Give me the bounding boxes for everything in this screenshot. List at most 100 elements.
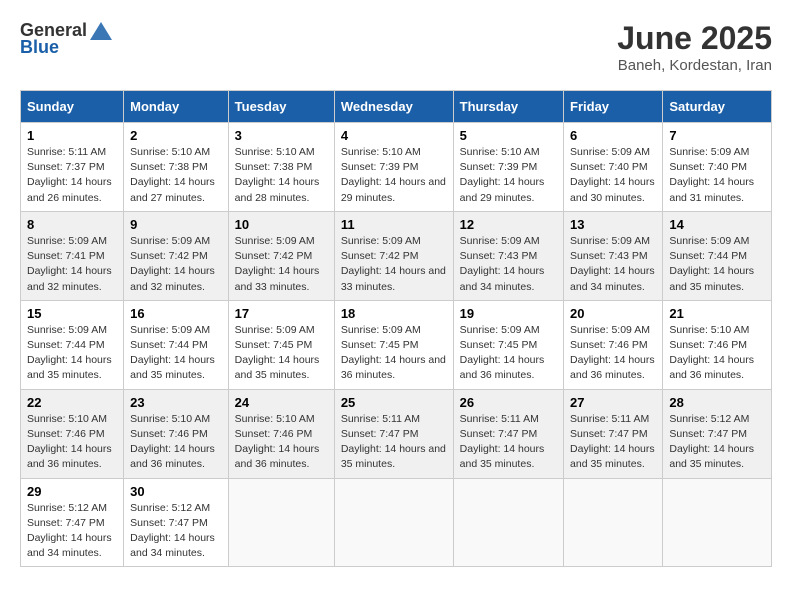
calendar-cell: 22 Sunrise: 5:10 AMSunset: 7:46 PMDayligh…: [21, 389, 124, 478]
day-info: Sunrise: 5:09 AMSunset: 7:45 PMDaylight:…: [460, 324, 545, 382]
calendar-cell: 4 Sunrise: 5:10 AMSunset: 7:39 PMDaylight…: [334, 123, 453, 212]
weekday-header: Monday: [124, 91, 229, 123]
weekday-header: Wednesday: [334, 91, 453, 123]
day-number: 19: [460, 306, 557, 321]
day-info: Sunrise: 5:09 AMSunset: 7:44 PMDaylight:…: [130, 324, 215, 382]
day-info: Sunrise: 5:12 AMSunset: 7:47 PMDaylight:…: [130, 502, 215, 560]
day-number: 17: [235, 306, 328, 321]
day-info: Sunrise: 5:10 AMSunset: 7:38 PMDaylight:…: [130, 146, 215, 204]
calendar-cell: 9 Sunrise: 5:09 AMSunset: 7:42 PMDaylight…: [124, 211, 229, 300]
day-number: 26: [460, 395, 557, 410]
day-info: Sunrise: 5:11 AMSunset: 7:47 PMDaylight:…: [460, 413, 545, 471]
day-number: 16: [130, 306, 222, 321]
day-info: Sunrise: 5:09 AMSunset: 7:43 PMDaylight:…: [460, 235, 545, 293]
calendar-cell: 28Sunrise: 5:12 AMSunset: 7:47 PMDayligh…: [663, 389, 772, 478]
day-info: Sunrise: 5:10 AMSunset: 7:38 PMDaylight:…: [235, 146, 320, 204]
day-number: 23: [130, 395, 222, 410]
calendar-table: SundayMondayTuesdayWednesdayThursdayFrid…: [20, 90, 772, 567]
day-number: 27: [570, 395, 656, 410]
calendar-week-row: 1Sunrise: 5:11 AMSunset: 7:37 PMDaylight…: [21, 123, 772, 212]
day-info: Sunrise: 5:09 AMSunset: 7:45 PMDaylight:…: [341, 324, 446, 382]
calendar-cell: 6 Sunrise: 5:09 AMSunset: 7:40 PMDaylight…: [564, 123, 663, 212]
day-info: Sunrise: 5:10 AMSunset: 7:39 PMDaylight:…: [460, 146, 545, 204]
calendar-cell: 15 Sunrise: 5:09 AMSunset: 7:44 PMDayligh…: [21, 300, 124, 389]
page-header: General Blue June 2025 Baneh, Kordestan,…: [20, 20, 772, 74]
day-info: Sunrise: 5:12 AMSunset: 7:47 PMDaylight:…: [669, 413, 754, 471]
logo-icon: [90, 22, 112, 40]
calendar-cell: 16 Sunrise: 5:09 AMSunset: 7:44 PMDayligh…: [124, 300, 229, 389]
day-number: 5: [460, 128, 557, 143]
calendar-week-row: 15 Sunrise: 5:09 AMSunset: 7:44 PMDayligh…: [21, 300, 772, 389]
day-number: 10: [235, 217, 328, 232]
day-number: 4: [341, 128, 447, 143]
day-number: 12: [460, 217, 557, 232]
day-info: Sunrise: 5:09 AMSunset: 7:46 PMDaylight:…: [570, 324, 655, 382]
day-info: Sunrise: 5:10 AMSunset: 7:39 PMDaylight:…: [341, 146, 446, 204]
day-info: Sunrise: 5:09 AMSunset: 7:42 PMDaylight:…: [235, 235, 320, 293]
calendar-cell: 26 Sunrise: 5:11 AMSunset: 7:47 PMDayligh…: [453, 389, 563, 478]
day-info: Sunrise: 5:09 AMSunset: 7:43 PMDaylight:…: [570, 235, 655, 293]
calendar-cell: 23Sunrise: 5:10 AMSunset: 7:46 PMDayligh…: [124, 389, 229, 478]
logo: General Blue: [20, 20, 112, 58]
calendar-week-row: 22 Sunrise: 5:10 AMSunset: 7:46 PMDayligh…: [21, 389, 772, 478]
day-info: Sunrise: 5:11 AMSunset: 7:47 PMDaylight:…: [570, 413, 655, 471]
calendar-cell: [663, 478, 772, 567]
calendar-cell: 14Sunrise: 5:09 AMSunset: 7:44 PMDayligh…: [663, 211, 772, 300]
calendar-cell: 20Sunrise: 5:09 AMSunset: 7:46 PMDayligh…: [564, 300, 663, 389]
calendar-week-row: 8Sunrise: 5:09 AMSunset: 7:41 PMDaylight…: [21, 211, 772, 300]
calendar-cell: 30 Sunrise: 5:12 AMSunset: 7:47 PMDayligh…: [124, 478, 229, 567]
day-info: Sunrise: 5:12 AMSunset: 7:47 PMDaylight:…: [27, 502, 112, 560]
day-info: Sunrise: 5:09 AMSunset: 7:45 PMDaylight:…: [235, 324, 320, 382]
day-number: 7: [669, 128, 765, 143]
calendar-cell: [564, 478, 663, 567]
day-info: Sunrise: 5:10 AMSunset: 7:46 PMDaylight:…: [235, 413, 320, 471]
day-info: Sunrise: 5:09 AMSunset: 7:40 PMDaylight:…: [669, 146, 754, 204]
day-number: 25: [341, 395, 447, 410]
calendar-cell: 27 Sunrise: 5:11 AMSunset: 7:47 PMDayligh…: [564, 389, 663, 478]
day-number: 9: [130, 217, 222, 232]
calendar-cell: 12 Sunrise: 5:09 AMSunset: 7:43 PMDayligh…: [453, 211, 563, 300]
calendar-cell: 10 Sunrise: 5:09 AMSunset: 7:42 PMDayligh…: [228, 211, 334, 300]
calendar-cell: 18 Sunrise: 5:09 AMSunset: 7:45 PMDayligh…: [334, 300, 453, 389]
calendar-cell: 29 Sunrise: 5:12 AMSunset: 7:47 PMDayligh…: [21, 478, 124, 567]
day-number: 24: [235, 395, 328, 410]
calendar-cell: 21 Sunrise: 5:10 AMSunset: 7:46 PMDayligh…: [663, 300, 772, 389]
day-number: 3: [235, 128, 328, 143]
day-number: 8: [27, 217, 117, 232]
day-number: 30: [130, 484, 222, 499]
day-info: Sunrise: 5:10 AMSunset: 7:46 PMDaylight:…: [27, 413, 112, 471]
day-info: Sunrise: 5:09 AMSunset: 7:40 PMDaylight:…: [570, 146, 655, 204]
month-title: June 2025: [617, 20, 772, 57]
day-number: 2: [130, 128, 222, 143]
title-section: June 2025 Baneh, Kordestan, Iran: [617, 20, 772, 74]
weekday-header: Tuesday: [228, 91, 334, 123]
calendar-cell: 2 Sunrise: 5:10 AMSunset: 7:38 PMDaylight…: [124, 123, 229, 212]
calendar-cell: 19 Sunrise: 5:09 AMSunset: 7:45 PMDayligh…: [453, 300, 563, 389]
day-number: 18: [341, 306, 447, 321]
calendar-cell: 8Sunrise: 5:09 AMSunset: 7:41 PMDaylight…: [21, 211, 124, 300]
location-subtitle: Baneh, Kordestan, Iran: [617, 57, 772, 74]
calendar-cell: 1Sunrise: 5:11 AMSunset: 7:37 PMDaylight…: [21, 123, 124, 212]
calendar-cell: [228, 478, 334, 567]
calendar-week-row: 29 Sunrise: 5:12 AMSunset: 7:47 PMDayligh…: [21, 478, 772, 567]
calendar-cell: 7 Sunrise: 5:09 AMSunset: 7:40 PMDaylight…: [663, 123, 772, 212]
day-info: Sunrise: 5:09 AMSunset: 7:44 PMDaylight:…: [669, 235, 754, 293]
calendar-cell: 5 Sunrise: 5:10 AMSunset: 7:39 PMDaylight…: [453, 123, 563, 212]
logo-blue: Blue: [20, 37, 59, 58]
day-number: 6: [570, 128, 656, 143]
day-number: 22: [27, 395, 117, 410]
day-info: Sunrise: 5:09 AMSunset: 7:44 PMDaylight:…: [27, 324, 112, 382]
calendar-cell: 13 Sunrise: 5:09 AMSunset: 7:43 PMDayligh…: [564, 211, 663, 300]
calendar-cell: 24 Sunrise: 5:10 AMSunset: 7:46 PMDayligh…: [228, 389, 334, 478]
weekday-header-row: SundayMondayTuesdayWednesdayThursdayFrid…: [21, 91, 772, 123]
day-info: Sunrise: 5:10 AMSunset: 7:46 PMDaylight:…: [669, 324, 754, 382]
day-number: 29: [27, 484, 117, 499]
day-number: 21: [669, 306, 765, 321]
calendar-cell: 25Sunrise: 5:11 AMSunset: 7:47 PMDayligh…: [334, 389, 453, 478]
day-info: Sunrise: 5:09 AMSunset: 7:42 PMDaylight:…: [130, 235, 215, 293]
day-info: Sunrise: 5:11 AMSunset: 7:37 PMDaylight:…: [27, 146, 112, 204]
day-number: 15: [27, 306, 117, 321]
calendar-cell: 11Sunrise: 5:09 AMSunset: 7:42 PMDayligh…: [334, 211, 453, 300]
weekday-header: Thursday: [453, 91, 563, 123]
day-number: 13: [570, 217, 656, 232]
